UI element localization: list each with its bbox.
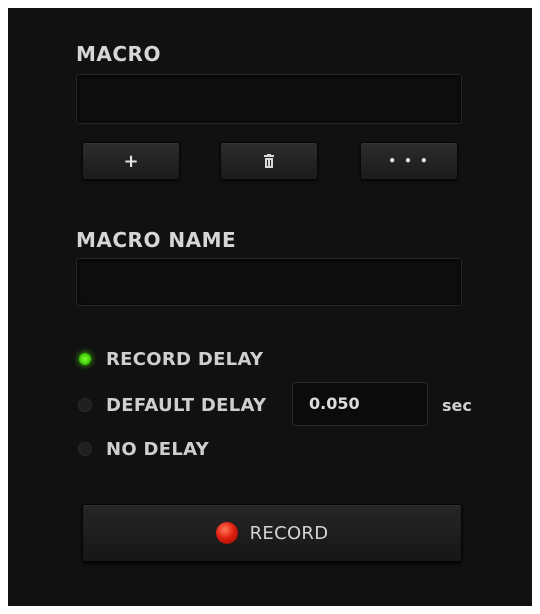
record-delay-option[interactable]: RECORD DELAY (78, 344, 263, 374)
delay-unit-label: sec (442, 396, 472, 415)
default-delay-option[interactable]: DEFAULT DELAY (78, 390, 266, 420)
default-delay-label: DEFAULT DELAY (106, 394, 267, 416)
default-delay-input[interactable]: 0.050 (292, 382, 428, 426)
no-delay-radio[interactable] (78, 442, 92, 456)
macro-name-label: MACRO NAME (76, 228, 237, 252)
macro-list-field[interactable] (76, 74, 462, 124)
macro-panel: MACRO + • • • MACRO NAME RECORD DELAY DE… (8, 8, 532, 606)
no-delay-option[interactable]: NO DELAY (78, 434, 209, 464)
macro-label: MACRO (76, 42, 161, 66)
record-delay-label: RECORD DELAY (106, 348, 264, 370)
no-delay-label: NO DELAY (106, 438, 209, 460)
record-dot-icon (215, 522, 238, 544)
more-icon: • • • (388, 154, 430, 168)
record-button-label: RECORD (249, 522, 329, 544)
record-button[interactable]: RECORD (82, 504, 462, 562)
macro-name-input[interactable] (76, 258, 462, 306)
default-delay-radio[interactable] (78, 398, 92, 412)
record-delay-radio[interactable] (78, 352, 92, 366)
add-macro-button[interactable]: + (82, 142, 180, 180)
more-options-button[interactable]: • • • (360, 142, 458, 180)
trash-icon (264, 154, 274, 168)
plus-icon: + (123, 150, 139, 172)
delete-macro-button[interactable] (220, 142, 318, 180)
